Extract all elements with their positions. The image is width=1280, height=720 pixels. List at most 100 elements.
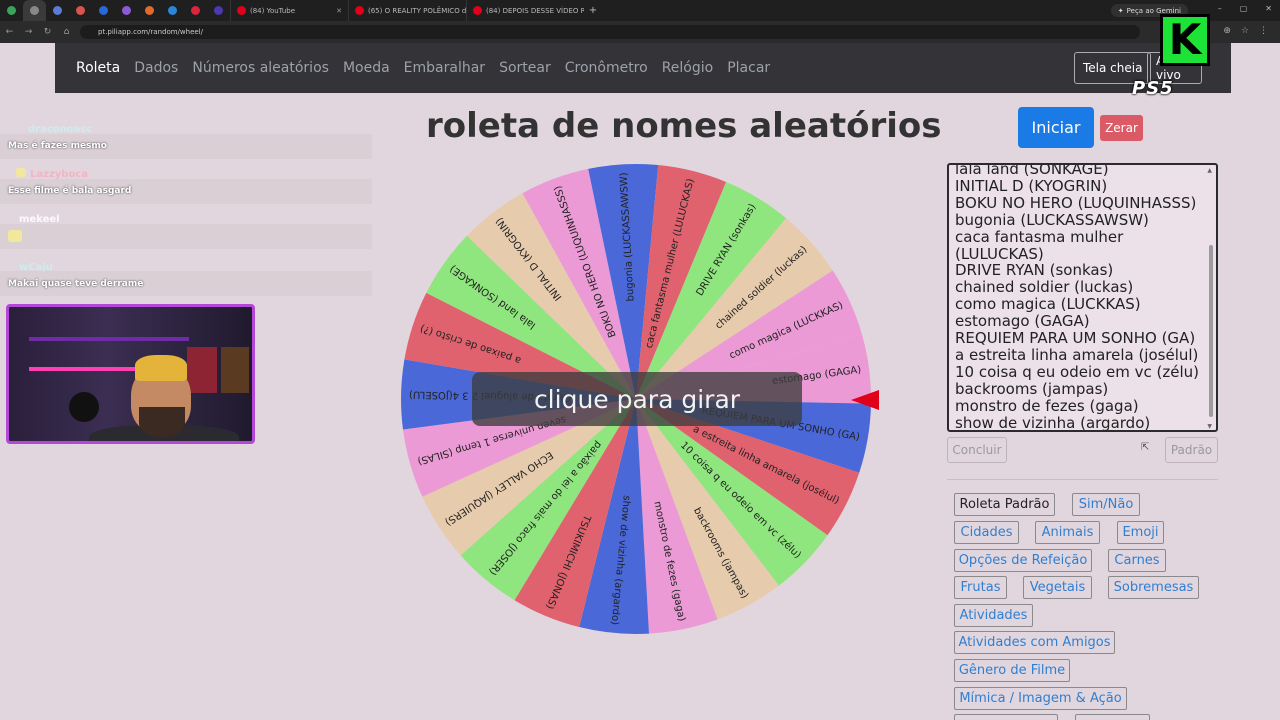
minimize-icon[interactable]: – xyxy=(1218,4,1222,13)
names-line: lala land (SONKAGE) xyxy=(955,163,1109,178)
browser-tab[interactable] xyxy=(184,0,207,21)
nav-link-draw[interactable]: Sortear xyxy=(499,60,551,76)
maximize-icon[interactable]: ▢ xyxy=(1240,4,1248,13)
tab-favicon-icon xyxy=(473,6,482,15)
names-textarea[interactable]: lala land (SONKAGE) INITIAL D (KYOGRIN) BO… xyxy=(947,163,1218,432)
nav-link-stopwatch[interactable]: Cronômetro xyxy=(565,60,648,76)
names-line: 10 coisa q eu odeio em vc (zélu) xyxy=(955,362,1200,381)
names-line: show de vizinha (argardo) xyxy=(955,413,1151,432)
tab-favicon-icon xyxy=(99,6,108,15)
names-scrollbar[interactable]: ▲ ▼ xyxy=(1207,167,1215,430)
preset-default-wheel[interactable]: Roleta Padrão xyxy=(954,493,1055,516)
preset-meats[interactable]: Carnes xyxy=(1108,549,1166,572)
preset-meal-options[interactable]: Opções de Refeição xyxy=(954,549,1092,572)
names-line: INITIAL D (KYOGRIN) xyxy=(955,176,1108,195)
nav-link-coin[interactable]: Moeda xyxy=(343,60,390,76)
close-window-icon[interactable]: ✕ xyxy=(1265,4,1272,13)
new-tab-button[interactable]: + xyxy=(584,5,602,16)
url-field[interactable]: pt.piliapp.com/random/wheel/ xyxy=(80,25,1140,39)
microphone xyxy=(69,392,99,422)
tab-close-icon[interactable]: ✕ xyxy=(336,7,342,15)
webcam-shelf xyxy=(29,367,139,371)
reset-button[interactable]: Zerar xyxy=(1100,115,1143,141)
names-line: chained soldier (luckas) xyxy=(955,278,1134,297)
nav-link-scoreboard[interactable]: Placar xyxy=(727,60,770,76)
preset-animals[interactable]: Animais xyxy=(1035,521,1100,544)
preset-activities-with-friends[interactable]: Atividades com Amigos xyxy=(954,631,1115,654)
tab-favicon-icon xyxy=(168,6,177,15)
names-line: estomago (GAGA) xyxy=(955,312,1090,331)
chat-message: Esse filme é bala asgard xyxy=(8,186,132,196)
browser-tab[interactable] xyxy=(161,0,184,21)
tab-favicon-icon xyxy=(122,6,131,15)
site-navbar: Roleta Dados Números aleatórios Moeda Em… xyxy=(55,43,1231,93)
section-divider xyxy=(947,479,1218,480)
preset-more[interactable] xyxy=(1075,714,1150,720)
address-bar: ← → ↻ ⌂ pt.piliapp.com/random/wheel/ ⊕ ☆… xyxy=(0,21,1280,43)
spin-hint[interactable]: clique para girar xyxy=(472,372,802,426)
preset-desserts[interactable]: Sobremesas xyxy=(1108,576,1199,599)
nav-link-shuffle[interactable]: Embaralhar xyxy=(404,60,485,76)
browser-tab[interactable]: (65) O REALITY POLÊMICO de T✕ xyxy=(348,0,466,21)
page-title: roleta de nomes aleatórios xyxy=(426,106,942,146)
forward-icon[interactable]: → xyxy=(19,27,38,37)
names-line: DRIVE RYAN (sonkas) xyxy=(955,261,1114,280)
home-icon[interactable]: ⌂ xyxy=(57,27,76,37)
menu-dots-icon[interactable]: ⋮ xyxy=(1259,26,1268,36)
zoom-icon[interactable]: ⊕ xyxy=(1223,26,1231,36)
tab-title: (65) O REALITY POLÊMICO de T xyxy=(368,6,466,15)
chat-message: Makai quase teve derrame xyxy=(8,279,144,289)
tab-title: (84) YouTube xyxy=(250,6,296,15)
nav-brand[interactable]: Roleta xyxy=(76,60,120,76)
browser-tab-strip: (84) YouTube ✕ (65) O REALITY POLÊMICO de … xyxy=(0,0,1280,21)
preset-emoji[interactable]: Emoji xyxy=(1117,521,1164,544)
preset-yes-no[interactable]: Sim/Não xyxy=(1072,493,1140,516)
sparkle-icon: ✦ xyxy=(1117,6,1124,15)
conclude-button[interactable]: Concluir xyxy=(947,437,1007,463)
webcam-overlay xyxy=(6,304,255,444)
names-scroll-thumb[interactable] xyxy=(1209,245,1213,417)
browser-tab[interactable] xyxy=(23,0,46,21)
ps5-logo: PS5 xyxy=(1132,78,1174,99)
back-icon[interactable]: ← xyxy=(0,27,19,37)
browser-tab[interactable] xyxy=(69,0,92,21)
browser-tab[interactable] xyxy=(115,0,138,21)
webcam-shelf xyxy=(29,337,189,341)
tab-favicon-icon xyxy=(30,6,39,15)
tab-favicon-icon xyxy=(145,6,154,15)
tab-favicon-icon xyxy=(237,6,246,15)
names-line: bugonia (LUCKASSAWSW) xyxy=(955,210,1149,229)
browser-tab[interactable] xyxy=(0,0,23,21)
names-line: como magica (LUCKKAS) xyxy=(955,295,1141,314)
nav-link-clock[interactable]: Relógio xyxy=(662,60,714,76)
preset-cities[interactable]: Cidades xyxy=(954,521,1019,544)
names-line: (LULUCKAS) xyxy=(955,244,1044,263)
chat-message-row xyxy=(0,224,372,249)
nav-link-random-numbers[interactable]: Números aleatórios xyxy=(192,60,329,76)
start-button[interactable]: Iniciar xyxy=(1018,107,1094,148)
preset-vegetables[interactable]: Vegetais xyxy=(1023,576,1092,599)
tab-favicon-icon xyxy=(76,6,85,15)
bookmark-star-icon[interactable]: ☆ xyxy=(1241,26,1249,36)
browser-tab[interactable] xyxy=(207,0,230,21)
browser-tab[interactable] xyxy=(138,0,161,21)
reload-icon[interactable]: ↻ xyxy=(38,27,57,37)
default-button[interactable]: Padrão xyxy=(1165,437,1218,463)
names-line: monstro de fezes (gaga) xyxy=(955,396,1139,415)
preset-fruits[interactable]: Frutas xyxy=(954,576,1007,599)
nav-link-dice[interactable]: Dados xyxy=(134,60,178,76)
preset-movie-genre[interactable]: Gênero de Filme xyxy=(954,659,1070,682)
names-line: backrooms (jampas) xyxy=(955,379,1109,398)
browser-tab[interactable]: (84) DEPOIS DESSE VÍDEO RCH✕ xyxy=(466,0,584,21)
browser-tab[interactable] xyxy=(92,0,115,21)
browser-tab[interactable]: (84) YouTube ✕ xyxy=(230,0,348,21)
browser-tab[interactable] xyxy=(46,0,69,21)
preset-activities[interactable]: Atividades xyxy=(954,604,1033,627)
preset-charades[interactable]: Mímica / Imagem & Ação xyxy=(954,687,1127,710)
preset-more[interactable] xyxy=(954,714,1058,720)
tab-favicon-icon xyxy=(214,6,223,15)
names-line: REQUIEM PARA UM SONHO (GA) xyxy=(955,329,1196,348)
scroll-up-icon[interactable]: ▲ xyxy=(1207,167,1212,174)
scroll-down-icon[interactable]: ▼ xyxy=(1207,423,1212,430)
tab-favicon-icon xyxy=(191,6,200,15)
